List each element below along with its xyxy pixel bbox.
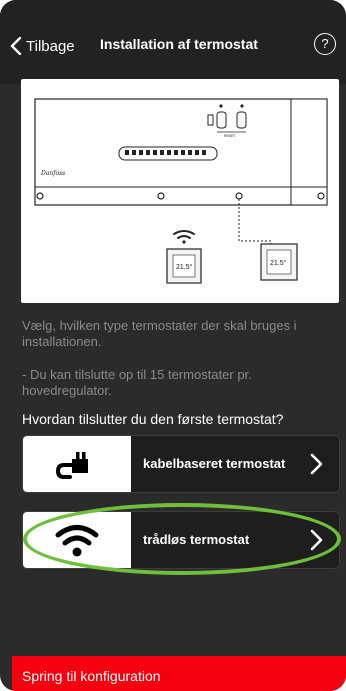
option-wired-thermostat[interactable]: kabelbaseret termostat (22, 435, 340, 493)
question-text: Hvordan tilslutter du den første termost… (22, 411, 284, 427)
wifi-icon (55, 525, 99, 557)
option-icon-box (23, 436, 131, 492)
info-text-1: Vælg, hvilken type termostater der skal … (22, 318, 297, 349)
wifi-icon (173, 230, 195, 244)
thermostat-display: 21.5° (176, 263, 193, 271)
chevron-right-icon (310, 453, 323, 475)
top-bar: Tilbage Installation af termostat ? (0, 0, 346, 84)
back-label: Tilbage (26, 37, 75, 55)
option-wireless-thermostat[interactable]: trådløs termostat (22, 511, 340, 569)
thermostat-display-2: 21.5° (270, 259, 287, 267)
cable-plug-icon (55, 452, 88, 479)
back-button[interactable]: Tilbage (10, 34, 75, 58)
info-text-2: - Du kan tilslutte op til 15 termostater… (22, 367, 252, 398)
option-label: kabelbaseret termostat (143, 456, 286, 471)
page-title: Installation af termostat (100, 36, 258, 52)
option-label: trådløs termostat (143, 532, 250, 547)
installation-illustration: Danfoss RESET 21.5° 21.5° (21, 79, 339, 303)
help-button[interactable]: ? (314, 33, 336, 55)
chevron-right-icon (310, 529, 323, 551)
controller-brand: Danfoss (40, 170, 65, 177)
option-icon-box (23, 512, 131, 568)
app-screen: Tilbage Installation af termostat ? Danf… (0, 0, 346, 691)
chevron-left-icon (10, 37, 22, 55)
controller-icon (34, 98, 328, 206)
reset-label: RESET (224, 134, 237, 138)
skip-to-configuration-button[interactable]: Spring til konfiguration (12, 656, 346, 691)
